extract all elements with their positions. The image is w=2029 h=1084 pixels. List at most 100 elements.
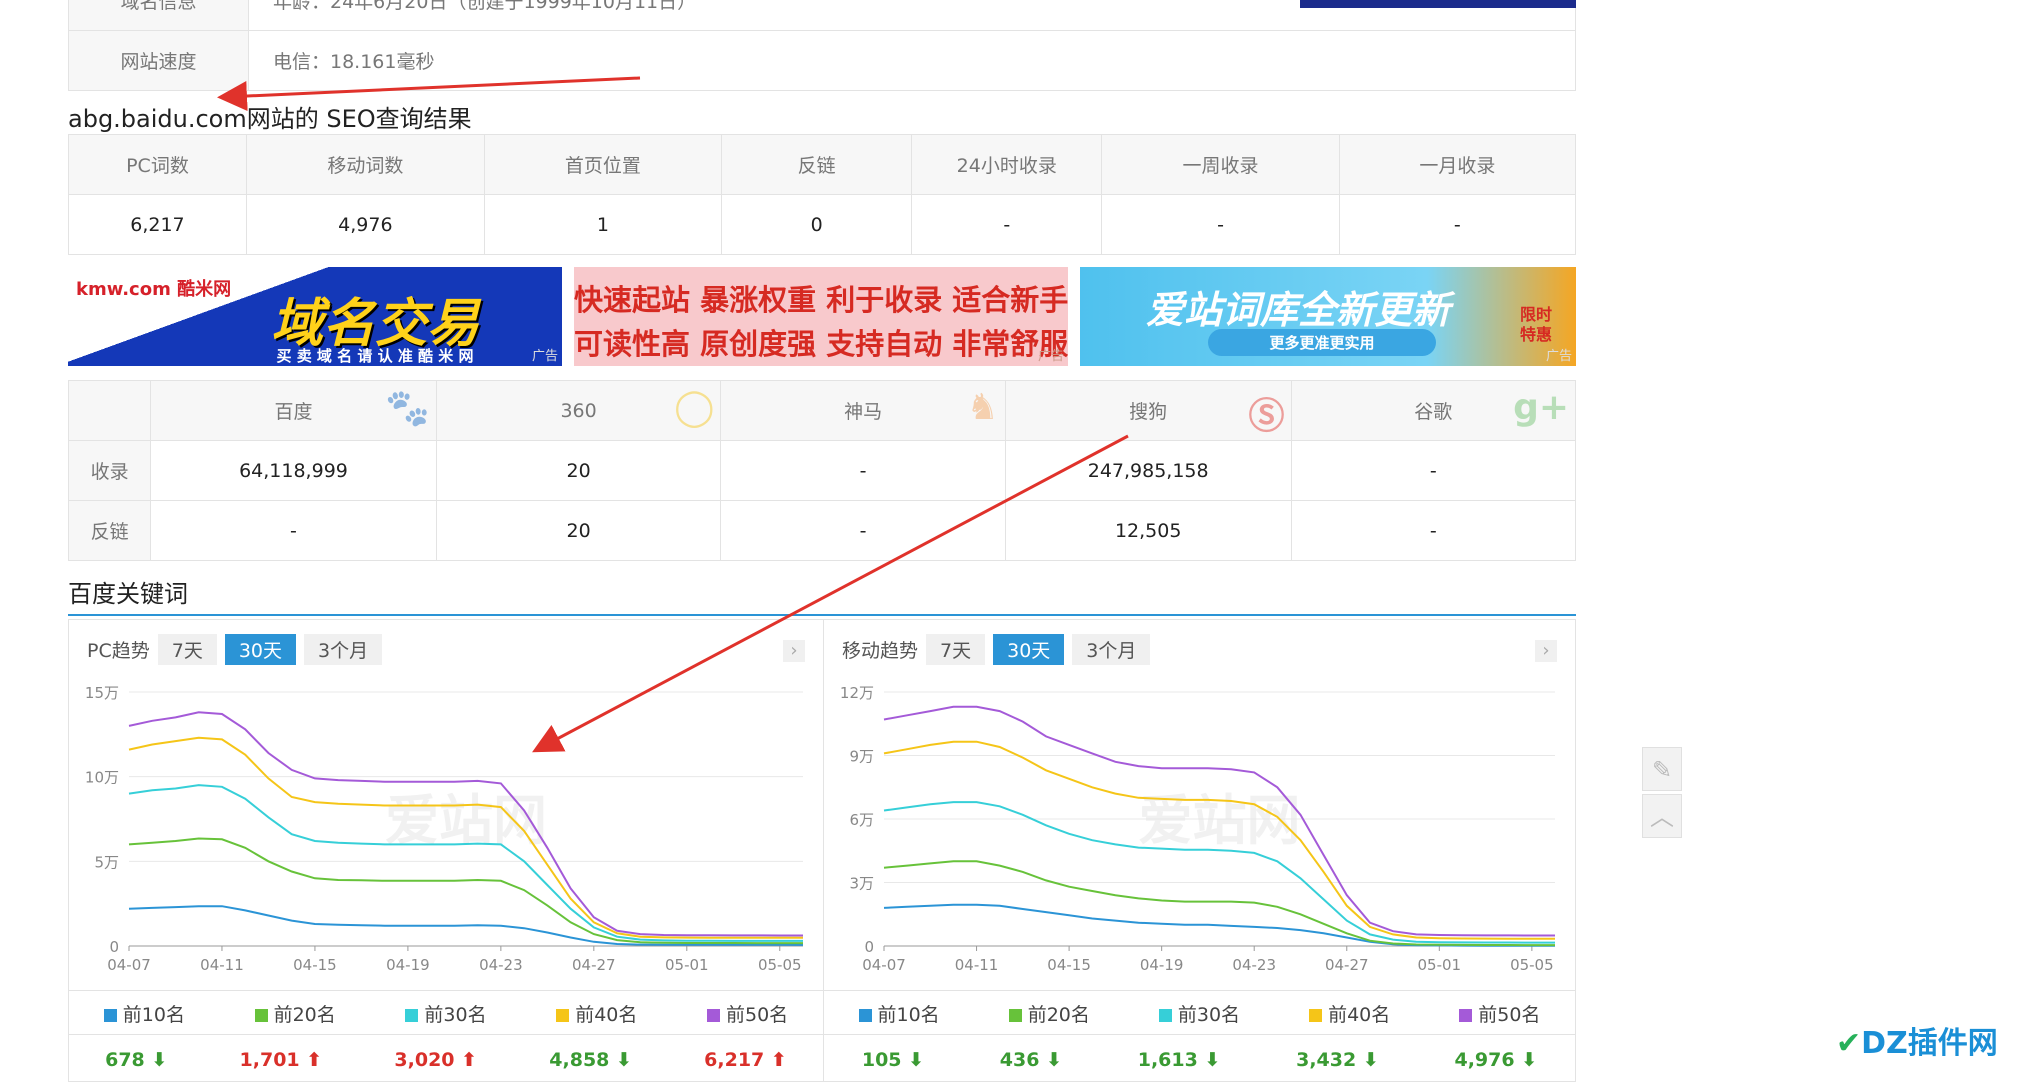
count-value: 105 ⬇ [862, 1049, 924, 1071]
pc-tab-7d[interactable]: 7天 [157, 633, 217, 665]
pc-trend-label: PC趋势 [87, 639, 150, 662]
ad2-tag: 广告 [1037, 349, 1064, 364]
count-value: 436 ⬇ [1000, 1049, 1062, 1071]
count-value: 4,976 ⬇ [1454, 1049, 1537, 1071]
engine-value: 20 [435, 440, 722, 501]
legend-item[interactable]: 前30名 [405, 1000, 487, 1027]
dz-check-icon: ✔ [1836, 1026, 1862, 1061]
count-number: 1,701 [239, 1048, 300, 1071]
arrow-up-icon: ⬆ [454, 1048, 478, 1071]
engine-value: 20 [435, 500, 722, 561]
seo-result-title: abg.baidu.com网站的 SEO查询结果 [68, 105, 472, 133]
sogou-s-icon: Ⓢ [1248, 396, 1285, 437]
y-tick-label: 12万 [840, 684, 874, 702]
site-speed-value: 电信：18.161毫秒 [248, 30, 1576, 91]
x-tick-label: 04-07 [862, 956, 906, 974]
legend-label: 前10名 [122, 1003, 185, 1026]
legend-swatch [103, 1008, 117, 1022]
seo-value-2: 1 [483, 194, 723, 255]
series-line-0 [883, 903, 1555, 947]
x-tick-label: 04-23 [1232, 956, 1276, 974]
legend-label: 前20名 [1027, 1003, 1090, 1026]
engine-row-label: 反链 [67, 500, 152, 561]
legend-item[interactable]: 前30名 [1158, 1000, 1241, 1027]
engine-name: 神马 [844, 401, 883, 423]
x-tick-label: 04-07 [107, 956, 151, 974]
mobile-tab-3m[interactable]: 3个月 [1072, 633, 1151, 665]
x-tick-label: 04-19 [1140, 956, 1184, 974]
site-speed-label: 网站速度 [68, 30, 249, 91]
seo-header-0: PC词数 [68, 134, 247, 195]
mobile-tab-30d[interactable]: 30天 [993, 633, 1065, 665]
pc-tab-30d[interactable]: 30天 [224, 633, 297, 665]
engine-value: - [720, 500, 1006, 561]
engine-name: 搜狗 [1129, 401, 1168, 423]
count-number: 436 [999, 1048, 1040, 1071]
arrow-down-icon: ⬇ [144, 1048, 168, 1071]
legend-item[interactable]: 前20名 [1008, 1000, 1090, 1027]
engine-header-4: 谷歌 g+ [1290, 380, 1577, 441]
series-line-1 [128, 837, 803, 945]
legend-item[interactable]: 前10名 [858, 1000, 940, 1027]
legend-item[interactable]: 前50名 [1459, 1000, 1540, 1027]
legend-label: 前40名 [575, 1003, 638, 1026]
seo-header-6: 一月收录 [1338, 134, 1577, 195]
engine-value: 247,985,158 [1004, 440, 1292, 501]
legend-label: 前30名 [1177, 1003, 1241, 1026]
arrow-up-icon: ⬆ [299, 1048, 323, 1071]
seo-value-6: - [1338, 194, 1577, 255]
pc-tab-3m[interactable]: 3个月 [304, 633, 383, 665]
legend-swatch [254, 1008, 268, 1022]
count-value: 3,020 ⬆ [394, 1049, 477, 1071]
engine-header-0: 百度 🐾 [150, 380, 437, 441]
engine-value: - [150, 500, 437, 561]
x-tick-label: 04-11 [955, 956, 999, 974]
engine-row-label: 收录 [67, 440, 152, 501]
y-tick-label: 15万 [85, 684, 119, 702]
edit-pencil-icon[interactable]: ✎ [1642, 747, 1682, 791]
engine-header-3: 搜狗 Ⓢ [1004, 380, 1292, 441]
engine-value: 12,505 [1004, 500, 1292, 561]
ad-banner-domain-trade[interactable]: kmw.com 酷米网 域名交易 买 卖 域 名 请 认 准 酷 米 网 广告 [68, 267, 562, 366]
ad1-tag: 广告 [531, 349, 558, 364]
pc-next-chevron-icon[interactable]: › [783, 640, 805, 662]
count-value: 6,217 ⬆ [704, 1049, 787, 1071]
count-value: 3,432 ⬇ [1296, 1049, 1379, 1071]
legend-item[interactable]: 前50名 [706, 1000, 788, 1027]
arrow-down-icon: ⬇ [609, 1048, 632, 1071]
engine-corner [67, 380, 152, 441]
baidu-keywords-title: 百度关键词 [68, 580, 188, 608]
count-number: 4,976 [1454, 1048, 1515, 1071]
arrow-down-icon: ⬇ [901, 1048, 925, 1071]
back-to-top-icon[interactable]: ︿ [1642, 794, 1682, 838]
mobile-legend: 前10名 前20名 前30名 前40名 前50名 [824, 990, 1575, 1035]
pc-trend-chart: 爱站网 0 5万 10万 15万 04-07 04-11 04-15 04-19 04-23 04-… [85, 684, 804, 974]
top-right-banner[interactable] [1300, 0, 1576, 8]
mobile-tab-7d[interactable]: 7天 [926, 633, 986, 665]
legend-item[interactable]: 前40名 [1309, 1000, 1390, 1027]
legend-swatch [1008, 1008, 1022, 1022]
ad3-badge: 限时特惠 [1520, 305, 1553, 344]
mobile-next-chevron-icon[interactable]: › [1535, 640, 1557, 662]
seo-value-5: - [1101, 194, 1340, 255]
engine-name: 百度 [274, 401, 313, 423]
count-number: 3,020 [394, 1048, 455, 1071]
y-tick-label: 3万 [849, 875, 874, 893]
gplus-icon: g+ [1513, 387, 1569, 428]
ad-banner-site-builder[interactable]: 快速起站 暴涨权重 利于收录 适合新手 可读性高 原创度强 支持自动 非常舒服 … [574, 267, 1068, 366]
legend-item[interactable]: 前20名 [254, 1000, 336, 1027]
ad3-subline: 更多更准更实用 [1208, 329, 1436, 356]
seo-header-2: 首页位置 [483, 134, 723, 195]
paw-icon: 🐾 [384, 388, 430, 429]
x-tick-label: 05-01 [665, 956, 709, 974]
legend-item[interactable]: 前40名 [556, 1000, 637, 1027]
seo-value-3: 0 [721, 194, 913, 255]
count-number: 678 [105, 1048, 145, 1071]
arrow-up-icon: ⬆ [764, 1048, 787, 1071]
ad-banner-aizhan-lexicon[interactable]: 爱站词库全新更新 更多更准更实用 限时特惠 广告 [1080, 267, 1576, 366]
seo-stats-table: PC词数 移动词数 首页位置 反链 24小时收录 一周收录 一月收录 6,217 4,976 1… [68, 134, 1577, 255]
legend-item[interactable]: 前10名 [103, 1000, 185, 1027]
legend-swatch [1309, 1008, 1323, 1022]
x-tick-label: 05-05 [758, 956, 802, 974]
legend-label: 前10名 [877, 1003, 940, 1026]
